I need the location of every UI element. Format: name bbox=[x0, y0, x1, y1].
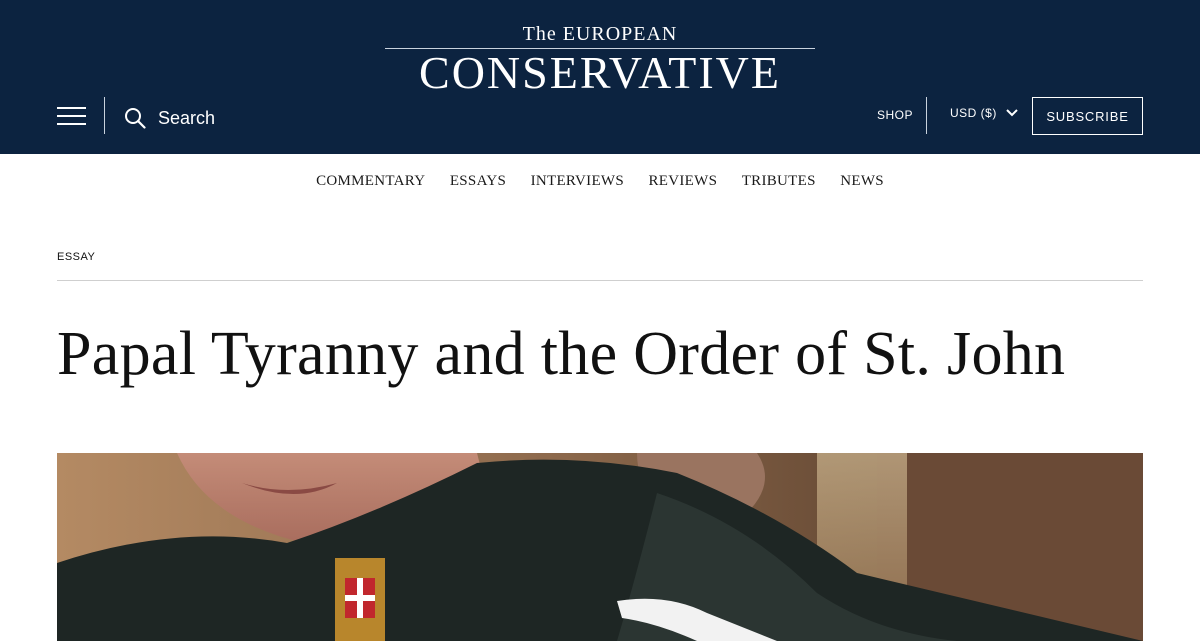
nav-item-commentary[interactable]: COMMENTARY bbox=[316, 173, 425, 190]
header-divider-right bbox=[926, 97, 927, 134]
logo-main-text: CONSERVATIVE bbox=[419, 47, 781, 98]
nav-item-news[interactable]: NEWS bbox=[840, 173, 884, 190]
site-logo[interactable]: The EUROPEAN CONSERVATIVE bbox=[385, 22, 815, 98]
logo-top-text: The EUROPEAN bbox=[522, 23, 678, 45]
chevron-down-icon bbox=[1006, 109, 1018, 117]
article-category[interactable]: ESSAY bbox=[57, 251, 95, 263]
article-title: Papal Tyranny and the Order of St. John bbox=[57, 320, 1066, 388]
search-button[interactable]: Search bbox=[124, 104, 215, 132]
category-nav: COMMENTARY ESSAYS INTERVIEWS REVIEWS TRI… bbox=[0, 172, 1200, 190]
search-icon bbox=[125, 108, 146, 129]
hero-image bbox=[57, 453, 1143, 641]
subscribe-button[interactable]: SUBSCRIBE bbox=[1032, 97, 1143, 135]
site-header: Search The EUROPEAN CONSERVATIVE SHOP US… bbox=[0, 0, 1200, 154]
nav-item-reviews[interactable]: REVIEWS bbox=[648, 173, 717, 190]
header-divider-left bbox=[104, 97, 105, 134]
search-label: Search bbox=[158, 107, 216, 128]
currency-label: USD ($) bbox=[950, 106, 997, 120]
nav-item-tributes[interactable]: TRIBUTES bbox=[742, 173, 816, 190]
shop-link[interactable]: SHOP bbox=[877, 108, 913, 122]
currency-select[interactable]: USD ($) bbox=[950, 106, 1019, 120]
divider bbox=[57, 280, 1143, 281]
menu-icon[interactable] bbox=[57, 107, 86, 126]
nav-item-essays[interactable]: ESSAYS bbox=[450, 173, 506, 190]
nav-item-interviews[interactable]: INTERVIEWS bbox=[531, 173, 624, 190]
